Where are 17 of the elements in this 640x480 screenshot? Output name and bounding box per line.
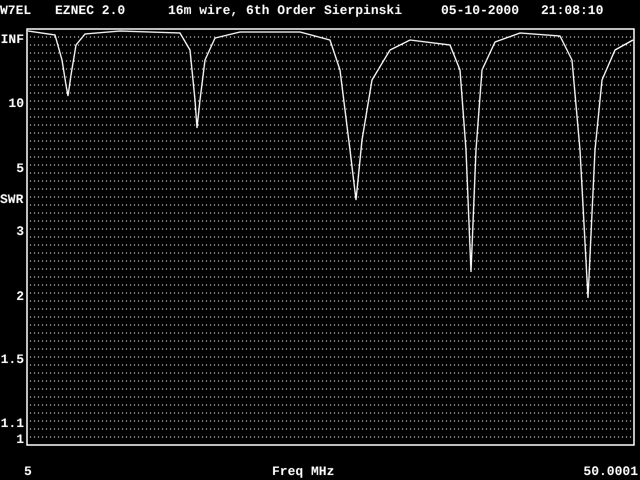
time: 21:08:10	[541, 2, 604, 18]
x-tick-label: 5	[24, 464, 32, 479]
x-tick-label: 50.0001	[583, 464, 638, 479]
y-tick-label: 1.5	[0, 352, 24, 367]
y-axis-title: SWR	[0, 192, 24, 207]
y-tick-label: INF	[0, 32, 24, 47]
program-name: EZNEC 2.0	[55, 2, 126, 18]
callsign: W7EL	[0, 2, 32, 18]
date: 05-10-2000	[441, 2, 520, 18]
x-axis-title: Freq MHz	[272, 464, 334, 479]
y-tick-label: 10	[8, 96, 24, 111]
y-tick-label: 3	[16, 224, 24, 239]
y-tick-label: 1	[16, 432, 24, 447]
y-tick-label: 5	[16, 161, 24, 176]
plot-title: 16m wire, 6th Order Sierpinski	[168, 2, 404, 18]
y-tick-label: 2	[16, 289, 24, 304]
y-tick-label: 1.1	[0, 416, 24, 431]
